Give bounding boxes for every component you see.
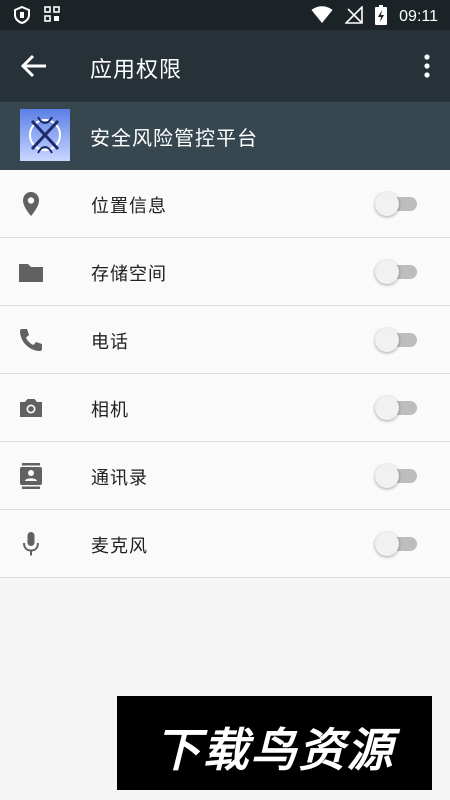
app-name: 安全风险管控平台 xyxy=(90,126,258,150)
toggle-thumb xyxy=(375,328,399,352)
back-button[interactable] xyxy=(18,50,52,82)
microphone-toggle[interactable] xyxy=(375,532,417,556)
watermark: 下载鸟资源 xyxy=(117,696,432,790)
contacts-toggle[interactable] xyxy=(375,464,417,488)
permission-row-camera[interactable]: 相机 xyxy=(0,374,450,442)
clock: 09:11 xyxy=(399,8,438,25)
permission-row-microphone[interactable]: 麦克风 xyxy=(0,510,450,578)
permission-row-location[interactable]: 位置信息 xyxy=(0,170,450,238)
storage-toggle[interactable] xyxy=(375,260,417,284)
overflow-menu-button[interactable] xyxy=(420,52,434,80)
permission-label: 位置信息 xyxy=(91,196,167,217)
microphone-icon xyxy=(17,530,45,558)
location-toggle[interactable] xyxy=(375,192,417,216)
arrow-left-icon xyxy=(18,54,52,86)
toggle-thumb xyxy=(375,260,399,284)
permission-label: 电话 xyxy=(91,332,129,353)
permission-label: 相机 xyxy=(91,400,129,421)
location-icon xyxy=(17,190,45,218)
app-header: 安全风险管控平台 xyxy=(0,102,450,170)
watermark-text: 下载鸟资源 xyxy=(154,723,395,777)
toggle-thumb xyxy=(375,192,399,216)
permission-row-contacts[interactable]: 通讯录 xyxy=(0,442,450,510)
camera-toggle[interactable] xyxy=(375,396,417,420)
permission-label: 麦克风 xyxy=(91,536,148,557)
phone-toggle[interactable] xyxy=(375,328,417,352)
no-signal-icon xyxy=(344,5,363,28)
app-logo-icon xyxy=(20,109,70,161)
shield-icon xyxy=(14,5,30,28)
grid-icon xyxy=(44,6,60,28)
toggle-thumb xyxy=(375,464,399,488)
status-bar: 09:11 xyxy=(0,0,450,30)
phone-icon xyxy=(17,326,45,354)
page-title: 应用权限 xyxy=(90,58,183,83)
more-vert-icon xyxy=(420,54,434,84)
app-bar: 应用权限 xyxy=(0,30,450,102)
contacts-icon xyxy=(17,462,45,490)
toggle-thumb xyxy=(375,532,399,556)
toggle-thumb xyxy=(375,396,399,420)
wifi-icon xyxy=(311,6,333,28)
permission-row-phone[interactable]: 电话 xyxy=(0,306,450,374)
permission-label: 通讯录 xyxy=(91,468,148,489)
camera-icon xyxy=(17,394,45,422)
permission-row-storage[interactable]: 存储空间 xyxy=(0,238,450,306)
folder-icon xyxy=(17,258,45,286)
permission-label: 存储空间 xyxy=(91,264,167,285)
battery-charging-icon xyxy=(375,5,388,29)
